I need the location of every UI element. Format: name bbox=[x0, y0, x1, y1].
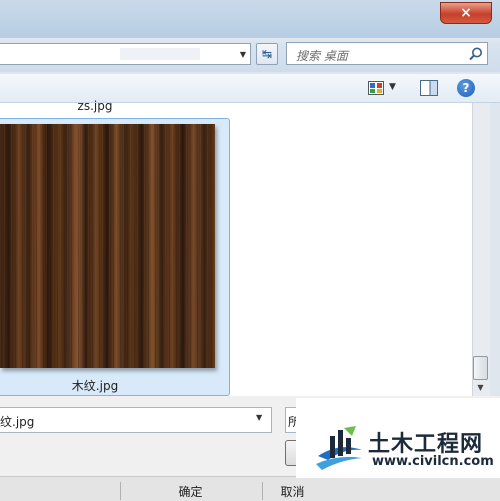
view-dropdown-icon[interactable]: ▼ bbox=[389, 82, 396, 92]
file-name-selected[interactable]: 木纹.jpg bbox=[0, 377, 190, 394]
change-view-icon[interactable] bbox=[368, 81, 384, 95]
filename-dropdown-icon[interactable]: ▼ bbox=[256, 413, 262, 422]
file-name[interactable]: zs.jpg bbox=[0, 99, 190, 113]
scrollbar-thumb[interactable] bbox=[473, 356, 488, 380]
close-button[interactable]: × bbox=[440, 2, 492, 24]
search-placeholder: 搜索 桌面 bbox=[296, 49, 348, 63]
address-breadcrumb bbox=[120, 48, 200, 60]
chevron-down-icon[interactable]: ▼ bbox=[236, 46, 250, 62]
cancel-button[interactable]: 取消 bbox=[262, 482, 322, 500]
watermark-url: www.civilcn.com bbox=[372, 454, 494, 469]
vertical-scrollbar[interactable] bbox=[472, 103, 490, 396]
refresh-button[interactable]: ↹ bbox=[256, 43, 278, 65]
filename-value: 纹.jpg bbox=[0, 415, 35, 429]
scroll-down-icon[interactable]: ▼ bbox=[473, 380, 488, 395]
wood-texture-thumbnail[interactable] bbox=[0, 124, 215, 368]
filename-field[interactable] bbox=[0, 407, 272, 433]
ok-button[interactable]: 确定 bbox=[120, 482, 260, 500]
minimize-button[interactable] bbox=[404, 2, 438, 22]
preview-pane-icon[interactable] bbox=[420, 80, 438, 96]
close-icon: × bbox=[460, 5, 472, 21]
search-icon[interactable] bbox=[468, 46, 484, 62]
watermark-logo-icon bbox=[316, 426, 362, 470]
help-icon[interactable]: ? bbox=[457, 79, 475, 97]
refresh-icon: ↹ bbox=[261, 47, 273, 61]
